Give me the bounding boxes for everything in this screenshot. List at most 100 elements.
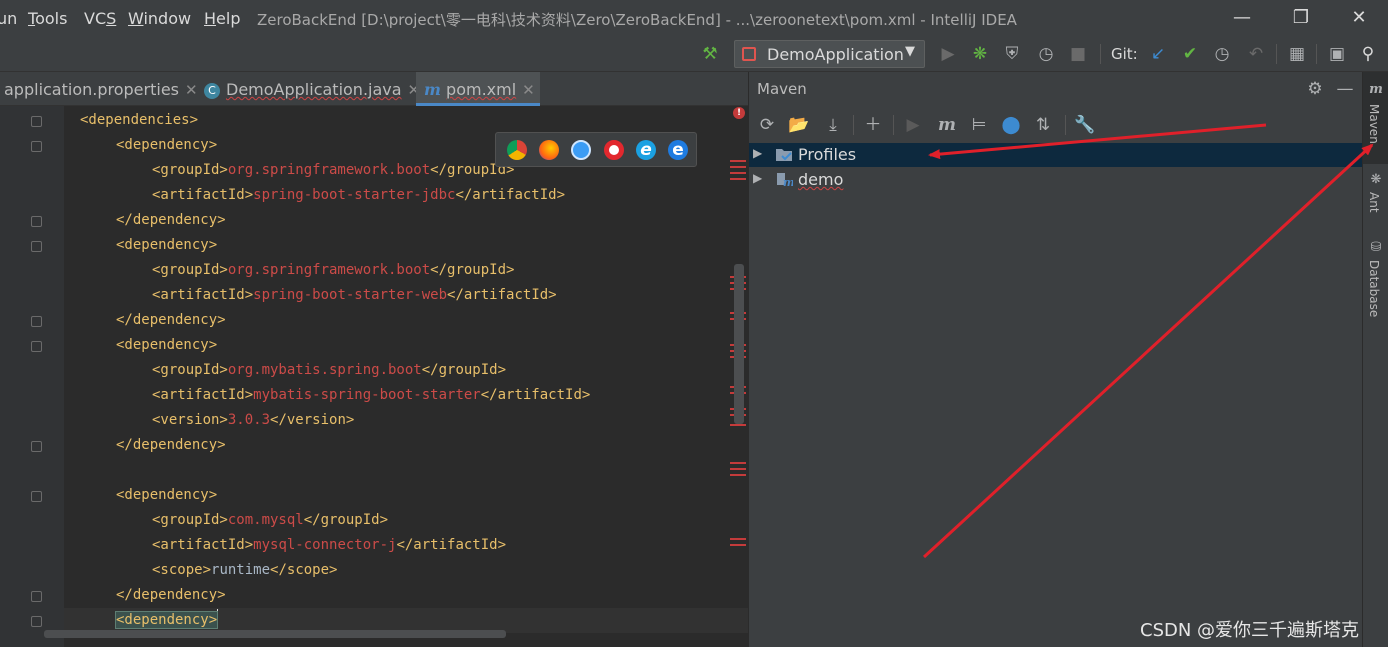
edge-icon[interactable]: e [668,140,688,160]
expand-arrow-icon[interactable]: ▶ [753,146,762,160]
tab-application-properties[interactable]: application.properties ✕ [0,72,198,106]
wrench-settings-icon[interactable]: 🔧 [1073,113,1097,137]
code-text: runtime [211,562,271,578]
horizontal-scrollbar[interactable] [44,630,506,638]
code-line[interactable]: <version>3.0.3</version> [152,408,354,433]
code-line[interactable]: <dependency> [116,483,217,508]
run-configuration-select[interactable]: DemoApplication ▼ [734,40,925,68]
tab-demoapplication-java[interactable]: C DemoApplication.java ✕ [198,72,420,106]
restore-icon[interactable]: ❐ [1289,6,1313,30]
profile-icon[interactable]: ◷ [1034,42,1058,66]
menu-help[interactable]: Help [204,9,240,28]
code-line[interactable]: <dependency> [116,233,217,258]
code-line[interactable]: <groupId>org.mybatis.spring.boot</groupI… [152,358,506,383]
error-marker[interactable] [730,178,746,180]
stop-icon[interactable]: ■ [1066,42,1090,66]
download-icon[interactable]: ⤓ [821,113,845,137]
fold-marker-icon[interactable] [31,116,42,127]
menu-window[interactable]: Window [128,9,191,28]
code-line[interactable]: </dependency> [116,433,226,458]
fold-marker-icon[interactable] [31,341,42,352]
error-marker[interactable] [730,424,746,426]
history-icon[interactable]: ◷ [1210,42,1234,66]
skip-tests-icon[interactable]: ⬤ [999,113,1023,137]
code-line[interactable]: <groupId>com.mysql</groupId> [152,508,388,533]
fold-marker-icon[interactable] [31,591,42,602]
fold-marker-icon[interactable] [31,441,42,452]
execute-goal-icon[interactable]: m [935,113,959,137]
safari-icon[interactable] [571,140,591,160]
fold-marker-icon[interactable] [31,241,42,252]
error-marker[interactable] [730,474,746,476]
code-line[interactable]: <groupId>org.springframework.boot</group… [152,258,514,283]
generate-sources-icon[interactable]: 📂 [787,113,811,137]
internet-explorer-icon[interactable]: e [636,140,656,160]
firefox-icon[interactable] [539,140,559,160]
code-value: com.mysql [227,512,304,528]
minimize-icon[interactable]: — [1230,6,1254,30]
error-marker[interactable] [730,468,746,470]
fold-marker-icon[interactable] [31,316,42,327]
search-icon[interactable]: ⚲ [1356,42,1380,66]
menu-tools[interactable]: Tools [28,9,67,28]
strip-maven[interactable]: m Maven [1363,72,1388,164]
code-tag: <dependency> [116,137,218,153]
run-icon[interactable]: ▶ [936,42,960,66]
git-update-icon[interactable]: ↙ [1146,42,1170,66]
fold-marker-icon[interactable] [31,491,42,502]
error-marker[interactable] [730,166,746,168]
code-line[interactable]: </dependency> [116,583,226,608]
strip-database[interactable]: ⛁ Database [1363,236,1388,326]
code-line[interactable]: <dependencies> [80,108,198,133]
run-icon[interactable]: ▶ [901,113,925,137]
menu-vcs[interactable]: VCS [84,9,116,28]
close-icon[interactable]: ✕ [185,81,198,99]
code-editor[interactable]: <dependencies> <dependency> <groupId>org.s… [0,106,748,647]
collapse-all-icon[interactable]: ⇅ [1031,113,1055,137]
code-line[interactable]: <artifactId>spring-boot-starter-jdbc</ar… [152,183,565,208]
error-marker[interactable] [730,544,746,546]
menu-run[interactable]: un [0,9,17,28]
project-structure-icon[interactable]: ▦ [1285,42,1309,66]
code-line[interactable]: <artifactId>mysql-connector-j</artifactI… [152,533,506,558]
rollback-icon[interactable]: ↶ [1244,42,1268,66]
code-tag: </groupId> [421,362,507,378]
reimport-icon[interactable]: ⟳ [755,113,779,137]
terminal-icon[interactable]: ▣ [1325,42,1349,66]
expand-arrow-icon[interactable]: ▶ [753,171,762,185]
code-line[interactable]: <dependency> [116,333,217,358]
tree-item-profiles[interactable]: ▶ Profiles [749,143,1363,167]
code-line[interactable]: <scope>runtime</scope> [152,558,337,583]
debug-bug-icon[interactable]: ❋ [968,42,992,66]
code-line[interactable]: </dependency> [116,308,226,333]
tab-pom-xml[interactable]: m pom.xml ✕ [416,72,540,106]
error-marker[interactable] [730,538,746,540]
add-icon[interactable]: ＋ [861,113,885,137]
opera-icon[interactable] [604,140,624,160]
vertical-scrollbar[interactable] [734,264,744,424]
build-hammer-icon[interactable]: ⚒ [698,42,722,66]
close-icon[interactable]: ✕ [522,81,535,99]
code-line[interactable]: <artifactId>mybatis-spring-boot-starter<… [152,383,590,408]
fold-marker-icon[interactable] [31,216,42,227]
git-commit-icon[interactable]: ✔ [1178,42,1202,66]
toggle-offline-icon[interactable]: ⊨ [967,113,991,137]
chrome-icon[interactable] [507,140,527,160]
error-indicator-icon[interactable]: ! [733,107,745,119]
fold-marker-icon[interactable] [31,616,42,627]
code-line[interactable]: <artifactId>spring-boot-starter-web</art… [152,283,557,308]
error-marker[interactable] [730,172,746,174]
tree-item-demo[interactable]: ▶ m demo [749,168,1363,192]
code-line[interactable]: </dependency> [116,208,226,233]
hide-panel-icon[interactable]: — [1333,77,1357,101]
close-icon[interactable]: ✕ [1347,6,1371,30]
maven-title: Maven [757,80,807,98]
fold-marker-icon[interactable] [31,141,42,152]
code-line[interactable]: <dependency> [116,133,217,158]
error-marker[interactable] [730,160,746,162]
strip-ant[interactable]: ❋ Ant [1363,168,1388,222]
error-marker[interactable] [730,462,746,464]
gear-icon[interactable]: ⚙ [1303,77,1327,101]
code-line[interactable]: <groupId>org.springframework.boot</group… [152,158,514,183]
coverage-icon[interactable]: ⛨ [1000,42,1024,66]
